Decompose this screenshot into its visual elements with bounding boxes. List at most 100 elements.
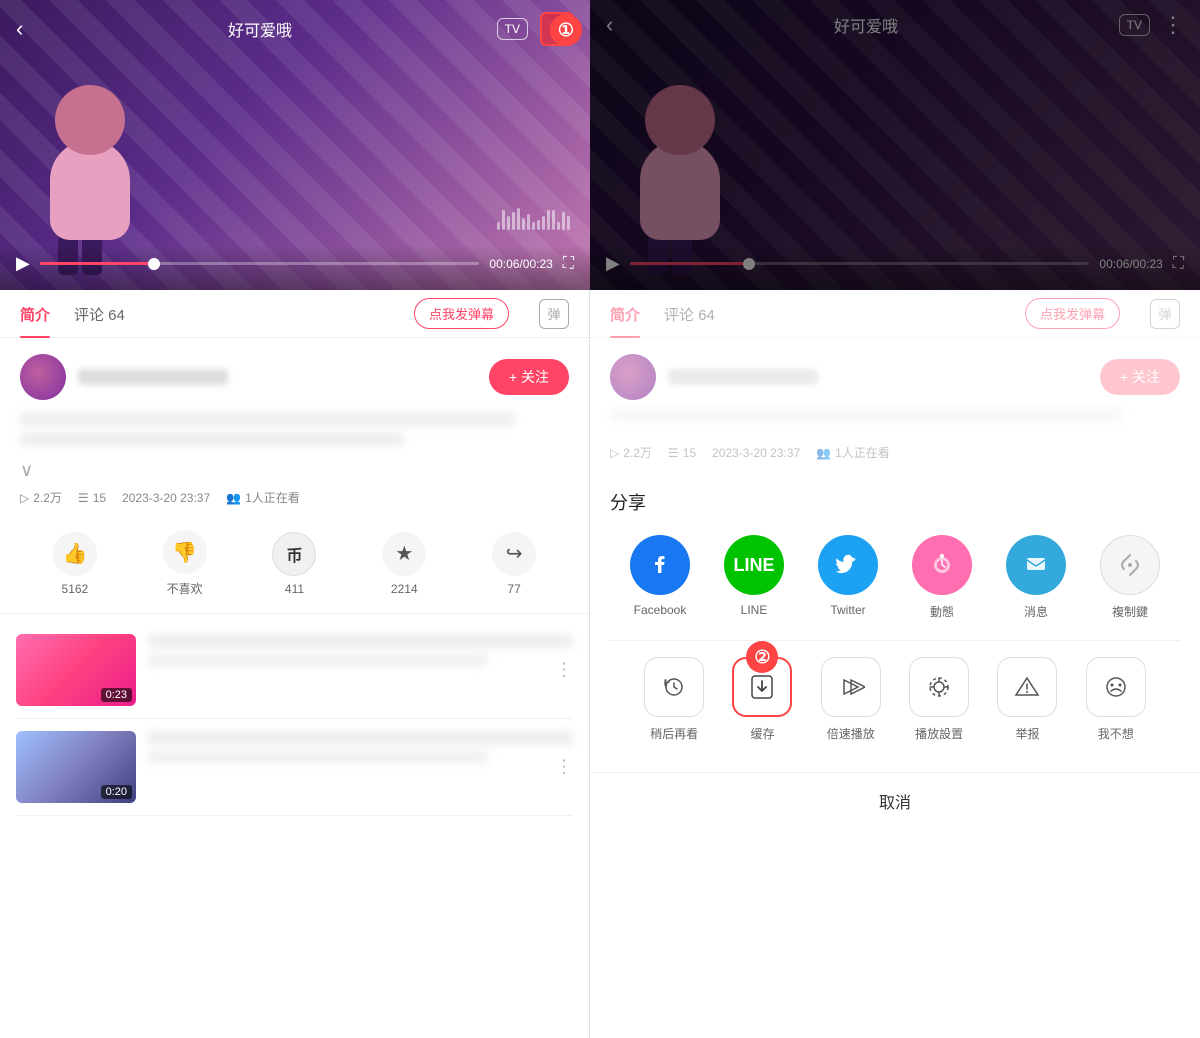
- speed-icon: [821, 657, 881, 717]
- tab-comments[interactable]: 评论 64: [74, 290, 125, 337]
- right-header-right: TV ⋮: [1119, 12, 1184, 38]
- more-icon-1[interactable]: ⋮: [555, 660, 573, 681]
- video-info-1: [148, 634, 573, 706]
- right-video-area: ‹ 好可爱哦 TV ⋮ ▶ 00:06/00:23 ⛶: [590, 0, 1200, 290]
- back-button[interactable]: ‹: [16, 16, 23, 42]
- right-stat-comments: ☰ 15: [668, 446, 696, 460]
- progress-bar-fill: [40, 262, 154, 265]
- action-watch-later[interactable]: 稍后再看: [634, 657, 714, 742]
- right-user-info-text: [668, 369, 1088, 385]
- share-line[interactable]: LINE LINE: [714, 535, 794, 617]
- right-stat-watching: 👥 1人正在看: [816, 444, 890, 461]
- danmu-button[interactable]: 点我发弹幕: [414, 298, 509, 329]
- right-danmu-button[interactable]: 点我发弹幕: [1025, 298, 1120, 329]
- share-message[interactable]: 消息: [996, 535, 1076, 620]
- fullscreen-button[interactable]: ⛶: [563, 255, 574, 273]
- action-speed[interactable]: 倍速播放: [811, 657, 891, 742]
- more-button-right[interactable]: ⋮: [1162, 12, 1184, 38]
- waveform-bar: [512, 212, 515, 230]
- video-description: [0, 408, 589, 460]
- action-icons-row: 稍后再看 ② 缓存: [610, 657, 1180, 742]
- character-illustration: [30, 40, 190, 240]
- right-tabs-row: 简介 评论 64 点我发弹幕 弹: [590, 290, 1200, 338]
- watching-icon: 👥: [226, 491, 241, 505]
- video-sub-2: [148, 751, 488, 763]
- copy-label: 複制鍵: [1112, 603, 1148, 620]
- waveform-bar: [527, 214, 530, 230]
- right-progress-container[interactable]: [630, 262, 1090, 265]
- waveform: [497, 208, 570, 230]
- settings-icon: [909, 657, 969, 717]
- waveform-bar: [522, 218, 525, 230]
- back-button-right[interactable]: ‹: [606, 12, 613, 38]
- right-progress-thumb: [743, 258, 755, 270]
- cancel-text[interactable]: 取消: [879, 795, 911, 812]
- action-cache[interactable]: ② 缓存: [722, 657, 802, 742]
- right-tab-comments[interactable]: 评论 64: [664, 290, 715, 337]
- right-user-name: [668, 369, 818, 385]
- waveform-bar: [497, 222, 500, 230]
- thumb-duration-2: 0:20: [101, 785, 132, 799]
- waveform-bar: [517, 208, 520, 230]
- video-sub-1: [148, 654, 488, 666]
- progress-thumb: [148, 258, 160, 270]
- tv-button[interactable]: TV: [497, 18, 528, 40]
- right-danmu-icon[interactable]: 弹: [1150, 299, 1180, 329]
- expand-button[interactable]: ∨: [0, 460, 589, 481]
- waveform-bar: [552, 210, 555, 230]
- tab-intro[interactable]: 简介: [20, 290, 50, 337]
- right-progress-row: ▶ 00:06/00:23 ⛶: [606, 253, 1184, 274]
- action-report[interactable]: 举报: [987, 657, 1067, 742]
- share-copy[interactable]: 複制鍵: [1090, 535, 1170, 620]
- right-stat-views: ▷ 2.2万: [610, 444, 652, 461]
- twitter-icon: [818, 535, 878, 595]
- stat-views: ▷ 2.2万: [20, 489, 62, 506]
- share-twitter[interactable]: Twitter: [808, 535, 888, 617]
- related-video-2[interactable]: 0:20 ⋮: [0, 723, 589, 811]
- right-video-header: ‹ 好可爱哦 TV ⋮: [590, 0, 1200, 50]
- user-avatar-left[interactable]: [20, 354, 66, 400]
- cache-label: 缓存: [750, 725, 774, 742]
- action-star[interactable]: ★ 2214: [382, 532, 426, 596]
- char-head: [55, 85, 125, 155]
- left-user-info: + 关注: [0, 338, 589, 408]
- badge-2: ②: [746, 641, 778, 673]
- right-fullscreen-button[interactable]: ⛶: [1173, 255, 1184, 273]
- video-title-2: [148, 731, 573, 745]
- related-video-1[interactable]: 0:23 ⋮: [0, 626, 589, 714]
- action-coin[interactable]: 币 411: [272, 532, 316, 596]
- left-panel: ‹ 好可爱哦 TV ⋮ ① ▶ 00:06/00:23: [0, 0, 590, 1038]
- right-comment-icon: ☰: [668, 446, 679, 460]
- desc-line-2: [20, 432, 404, 446]
- right-play-button[interactable]: ▶: [606, 253, 620, 274]
- right-tab-intro[interactable]: 简介: [610, 290, 640, 337]
- divider-2: [16, 815, 573, 816]
- waveform-bar: [537, 220, 540, 230]
- follow-button-left[interactable]: + 关注: [489, 359, 569, 395]
- danmu-icon[interactable]: 弹: [539, 299, 569, 329]
- left-video-controls: ▶ 00:06/00:23 ⛶: [0, 245, 590, 290]
- dongtai-icon: [912, 535, 972, 595]
- share-dongtai[interactable]: 動態: [902, 535, 982, 620]
- copy-icon: [1100, 535, 1160, 595]
- left-video-area: ‹ 好可爱哦 TV ⋮ ① ▶ 00:06/00:23: [0, 0, 590, 290]
- waveform-bar: [532, 222, 535, 230]
- left-video-stats: ▷ 2.2万 ☰ 15 2023-3-20 23:37 👥 1人正在看: [0, 481, 589, 514]
- share-facebook[interactable]: Facebook: [620, 535, 700, 617]
- cancel-row[interactable]: 取消: [590, 772, 1200, 829]
- play-button[interactable]: ▶: [16, 253, 30, 274]
- share-divider: [610, 640, 1180, 641]
- right-watching-icon: 👥: [816, 446, 831, 460]
- more-icon-2[interactable]: ⋮: [555, 757, 573, 778]
- user-avatar-right: [610, 354, 656, 400]
- progress-row: ▶ 00:06/00:23 ⛶: [16, 253, 574, 274]
- tv-button-right[interactable]: TV: [1119, 14, 1150, 36]
- waveform-bar: [542, 216, 545, 230]
- action-dislike[interactable]: 👎 不喜欢: [163, 530, 207, 597]
- progress-bar-container[interactable]: [40, 262, 480, 265]
- action-dontlike[interactable]: 我不想: [1076, 657, 1156, 742]
- right-video-title: 好可爱哦: [834, 13, 898, 37]
- action-like[interactable]: 👍 5162: [53, 532, 97, 596]
- action-settings[interactable]: 播放設置: [899, 657, 979, 742]
- action-share[interactable]: ↪ 77: [492, 532, 536, 596]
